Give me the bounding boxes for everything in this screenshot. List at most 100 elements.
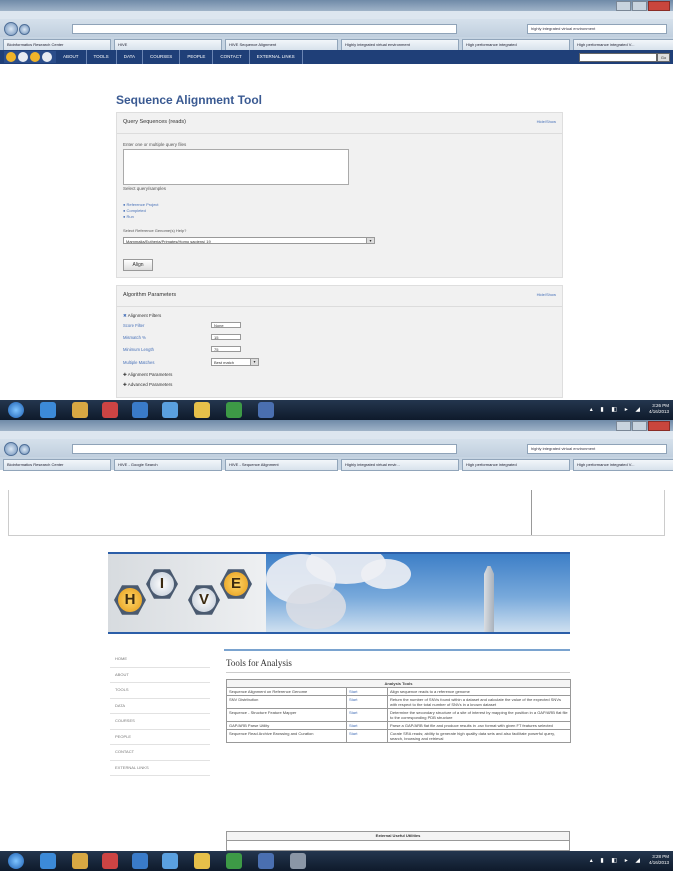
- browser-tab[interactable]: Highly integrated virtual envir...: [341, 459, 459, 471]
- completed-link[interactable]: ● Completed: [123, 208, 146, 213]
- run-link[interactable]: ● Run: [123, 214, 134, 219]
- screenshot-top: highly integrated virtual environment Bi…: [0, 0, 673, 420]
- param-label: Score Filter: [123, 323, 145, 328]
- nav-item-courses[interactable]: COURSES: [143, 50, 181, 64]
- browser-tab[interactable]: High performance integrated V...: [573, 459, 673, 471]
- minimize-icon[interactable]: [616, 1, 631, 11]
- side-nav-external-links[interactable]: EXTERNAL LINKS: [110, 761, 210, 776]
- start-link[interactable]: Start: [346, 721, 388, 730]
- word-icon[interactable]: [132, 853, 148, 869]
- browser-menu-bar: [0, 431, 673, 439]
- query-files-textarea[interactable]: [123, 149, 349, 185]
- app-icon[interactable]: [194, 402, 210, 418]
- advanced-parameters-toggle[interactable]: ✚ Advanced Parameters: [123, 382, 172, 388]
- nav-item-data[interactable]: DATA: [117, 50, 144, 64]
- reference-genome-select[interactable]: Mammalia/Eutheria/Primates/Homo sapiens/…: [123, 237, 375, 244]
- side-nav-about[interactable]: ABOUT: [110, 668, 210, 683]
- minimize-icon[interactable]: [616, 421, 631, 431]
- browser-tab[interactable]: Bioinformatics Research Center: [3, 459, 111, 471]
- align-button[interactable]: Align: [123, 259, 153, 271]
- hide-show-link[interactable]: Hide/Show: [537, 119, 556, 124]
- analysis-tools-table: Analysis Tools Sequence Alignment on Ref…: [225, 679, 572, 743]
- maximize-icon[interactable]: [632, 1, 647, 11]
- chevron-down-icon[interactable]: ▾: [366, 238, 374, 243]
- clock[interactable]: 3:28 PM 4/16/2013: [649, 854, 669, 866]
- mismatch-input[interactable]: 15: [211, 334, 241, 340]
- clock[interactable]: 3:26 PM 4/16/2013: [649, 403, 669, 415]
- cherry-blossom-photo: [266, 554, 570, 632]
- chevron-down-icon[interactable]: ▾: [250, 359, 258, 365]
- app-icon[interactable]: [102, 853, 118, 869]
- url-field[interactable]: [72, 24, 457, 34]
- alignment-filters-toggle[interactable]: ✖ Alignment Filters: [123, 313, 161, 319]
- hive-logo[interactable]: H I V E: [108, 554, 266, 632]
- start-link[interactable]: Start: [346, 695, 388, 709]
- system-tray[interactable]: ▴ ▮ ◧ ▸ ◢: [590, 406, 643, 413]
- hive-logo[interactable]: [4, 51, 56, 63]
- start-link[interactable]: Start: [346, 729, 388, 743]
- table-row: Sequence - Structure Feature Mapper Star…: [226, 708, 572, 722]
- folder-icon[interactable]: [72, 853, 88, 869]
- alignment-parameters-toggle[interactable]: ✚ Alignment Parameters: [123, 372, 172, 378]
- excel-icon[interactable]: [226, 853, 242, 869]
- back-icon[interactable]: [4, 442, 18, 456]
- side-nav: HOME ABOUT TOOLS DATA COURSES PEOPLE CON…: [110, 652, 210, 776]
- system-tray[interactable]: ▴ ▮ ◧ ▸ ◢: [590, 857, 643, 864]
- start-icon[interactable]: [8, 402, 24, 418]
- nav-item-contact[interactable]: CONTACT: [213, 50, 250, 64]
- start-icon[interactable]: [8, 853, 24, 869]
- excel-icon[interactable]: [226, 402, 242, 418]
- side-nav-home[interactable]: HOME: [110, 652, 210, 668]
- side-nav-data[interactable]: DATA: [110, 699, 210, 714]
- side-nav-tools[interactable]: TOOLS: [110, 683, 210, 699]
- browser-tab[interactable]: High performance integrated: [462, 459, 570, 471]
- browser-search-field[interactable]: highly integrated virtual environment: [527, 24, 667, 34]
- side-nav-courses[interactable]: COURSES: [110, 714, 210, 730]
- app-icon[interactable]: [290, 853, 306, 869]
- multiple-matches-select[interactable]: Best match ▾: [211, 358, 259, 366]
- app-icon[interactable]: [258, 853, 274, 869]
- app-icon[interactable]: [258, 402, 274, 418]
- app-icon[interactable]: [102, 402, 118, 418]
- site-search-input[interactable]: [579, 53, 657, 62]
- logo-hex: I: [146, 569, 178, 599]
- app-icon[interactable]: [194, 853, 210, 869]
- forward-icon[interactable]: [19, 24, 30, 35]
- ie-icon[interactable]: [40, 853, 56, 869]
- table-row: Sequence Read Archive Browsing and Curat…: [226, 729, 572, 743]
- start-link[interactable]: Start: [346, 708, 388, 722]
- site-nav-bar: ABOUT TOOLS DATA COURSES PEOPLE CONTACT …: [0, 50, 673, 64]
- maximize-icon[interactable]: [632, 421, 647, 431]
- reference-project-link[interactable]: ● Reference Project: [123, 202, 159, 207]
- nav-item-tools[interactable]: TOOLS: [87, 50, 117, 64]
- app-icon[interactable]: [162, 853, 178, 869]
- minimum-length-input[interactable]: 75: [211, 346, 241, 352]
- nav-item-people[interactable]: PEOPLE: [180, 50, 214, 64]
- url-field[interactable]: [72, 444, 457, 454]
- nav-item-about[interactable]: ABOUT: [56, 50, 87, 64]
- hide-show-link[interactable]: Hide/Show: [537, 292, 556, 297]
- windows-taskbar: ▴ ▮ ◧ ▸ ◢ 3:28 PM 4/16/2013: [0, 851, 673, 871]
- back-icon[interactable]: [4, 22, 18, 36]
- algorithm-parameters-panel: Algorithm Parameters Hide/Show ✖ Alignme…: [116, 285, 563, 398]
- nav-item-external-links[interactable]: EXTERNAL LINKS: [250, 50, 303, 64]
- close-icon[interactable]: [648, 421, 670, 431]
- browser-search-field[interactable]: highly integrated virtual environment: [527, 444, 667, 454]
- word-icon[interactable]: [132, 402, 148, 418]
- app-icon[interactable]: [162, 402, 178, 418]
- site-search-button[interactable]: Go: [657, 53, 670, 62]
- ie-icon[interactable]: [40, 402, 56, 418]
- tool-name: Sequence - Structure Feature Mapper: [226, 708, 347, 722]
- panel-header: Algorithm Parameters: [123, 292, 177, 298]
- browser-tab[interactable]: HIVE - Google Search: [114, 459, 222, 471]
- score-filter-input[interactable]: None: [211, 322, 241, 328]
- forward-icon[interactable]: [19, 444, 30, 455]
- browser-tab[interactable]: HIVE - Sequence Alignment: [225, 459, 338, 471]
- start-link[interactable]: Start: [346, 687, 388, 696]
- browser-title-bar: [0, 420, 673, 431]
- hive-banner: H I V E: [108, 552, 570, 634]
- side-nav-contact[interactable]: CONTACT: [110, 745, 210, 761]
- folder-icon[interactable]: [72, 402, 88, 418]
- close-icon[interactable]: [648, 1, 670, 11]
- side-nav-people[interactable]: PEOPLE: [110, 730, 210, 745]
